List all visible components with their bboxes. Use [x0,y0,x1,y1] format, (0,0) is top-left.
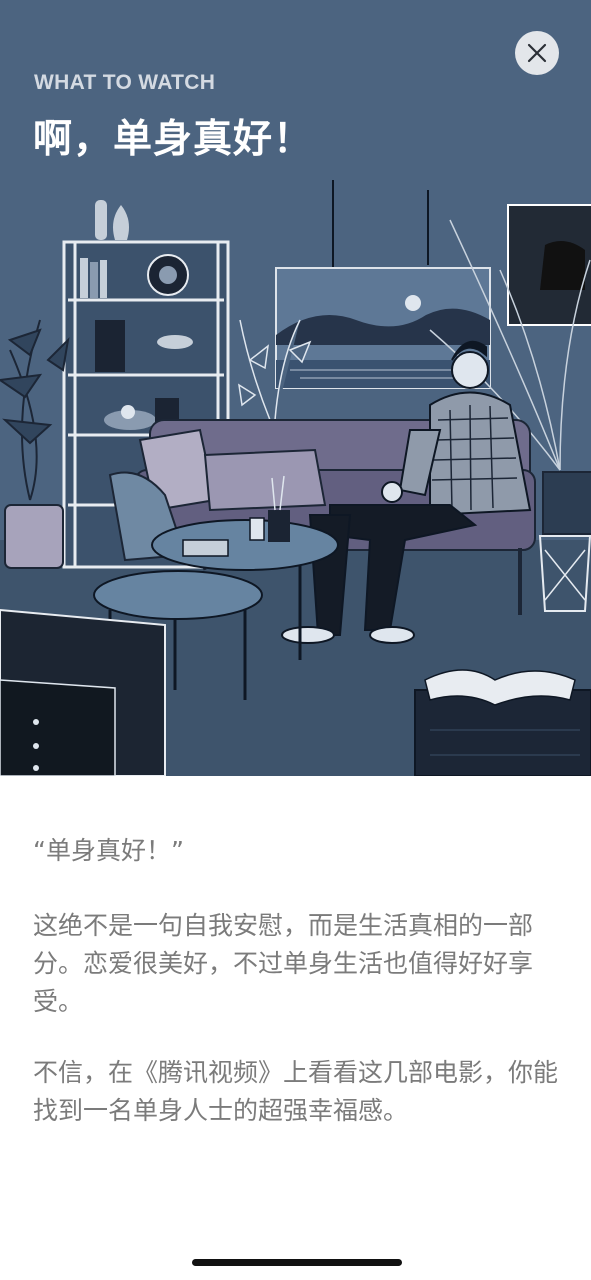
home-indicator[interactable] [192,1259,402,1266]
section-kicker: WHAT TO WATCH [34,71,216,94]
wall-picture-right [507,204,591,326]
article-paragraph-1: 这绝不是一句自我安慰，而是生活真相的一部分。恋爱很美好，不过单身生活也值得好好享… [33,911,534,1016]
side-table [414,669,591,776]
article-paragraph-2: 不信，在《腾讯视频》上看看这几部电影，你能找到一名单身人士的超强幸福感。 [33,1058,559,1125]
article-body: “单身真好！” 这绝不是一句自我安慰，而是生活真相的一部分。恋爱很美好，不过单身… [33,832,563,1163]
page-title: 啊，单身真好！ [33,117,314,162]
tv-foreground [0,608,166,776]
hero-illustration: WHAT TO WATCH 啊，单身真好！ [0,0,591,776]
close-icon [527,43,547,63]
article-quote: “单身真好！” [33,836,184,865]
close-button[interactable] [515,31,559,75]
